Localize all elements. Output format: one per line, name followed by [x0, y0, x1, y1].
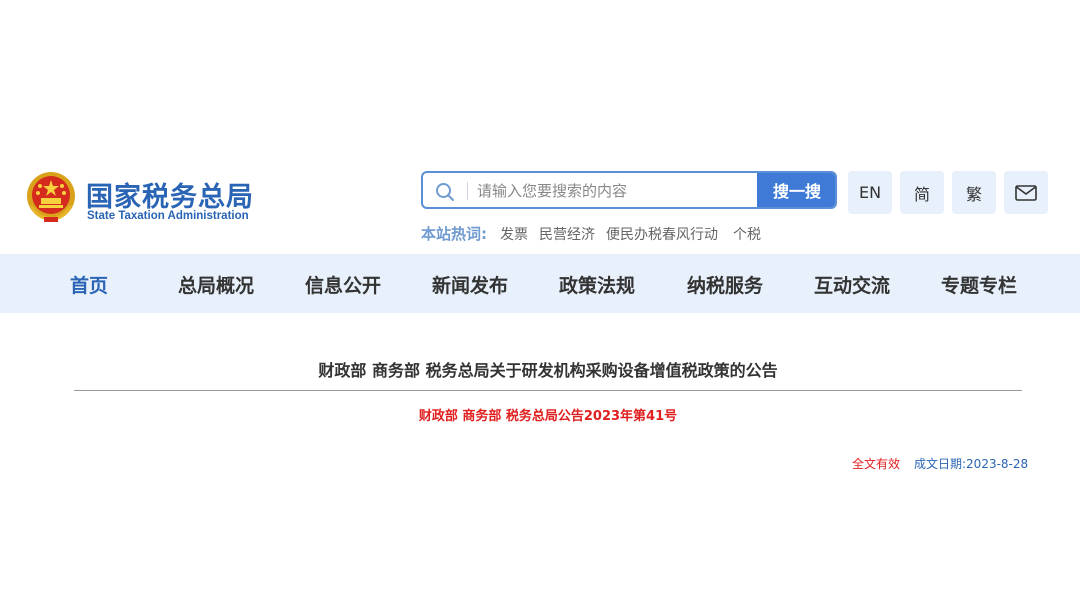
english-button[interactable]: EN — [848, 171, 892, 214]
document-date: 成文日期:2023-8-28 — [914, 457, 1029, 471]
search-divider — [467, 182, 468, 200]
traditional-chinese-button[interactable]: 繁 — [952, 171, 996, 214]
nav-item-info-disclosure[interactable]: 信息公开 — [305, 271, 381, 298]
nav-item-tax-service[interactable]: 纳税服务 — [687, 271, 763, 298]
simplified-chinese-button[interactable]: 简 — [900, 171, 944, 214]
nav-item-interaction[interactable]: 互动交流 — [814, 271, 890, 298]
title-divider — [74, 390, 1022, 391]
main-nav: 首页 总局概况 信息公开 新闻发布 政策法规 纳税服务 互动交流 专题专栏 — [0, 254, 1080, 313]
mail-icon — [1015, 184, 1037, 201]
nav-item-news[interactable]: 新闻发布 — [432, 271, 508, 298]
mail-button[interactable] — [1004, 171, 1048, 214]
site-logo-title[interactable]: 国家税务总局 — [86, 175, 254, 214]
nav-item-topics[interactable]: 专题专栏 — [941, 271, 1017, 298]
document-title: 财政部 商务部 税务总局关于研发机构采购设备增值税政策的公告 — [318, 361, 778, 380]
validity-status: 全文有效 — [852, 457, 901, 471]
site-logo-subtitle[interactable]: State Taxation Administration — [87, 210, 249, 222]
hot-word-link[interactable]: 便民办税春风行动 — [606, 224, 718, 244]
search-button[interactable]: 搜一搜 — [757, 173, 835, 207]
nav-item-policy[interactable]: 政策法规 — [559, 271, 635, 298]
site-header: 国家税务总局 State Taxation Administration 搜一搜… — [0, 0, 1080, 254]
hot-word-link[interactable]: 民营经济 — [539, 224, 595, 244]
national-emblem-icon[interactable] — [26, 171, 76, 223]
hot-words-label: 本站热词: — [421, 225, 487, 243]
document-number: 财政部 商务部 税务总局公告2023年第41号 — [418, 409, 678, 424]
hot-word-link[interactable]: 个税 — [733, 224, 761, 244]
search-box: 搜一搜 — [421, 171, 837, 209]
search-input[interactable] — [475, 176, 759, 206]
nav-item-overview[interactable]: 总局概况 — [178, 271, 254, 298]
nav-item-home[interactable]: 首页 — [70, 271, 108, 298]
search-icon — [436, 183, 454, 201]
hot-word-link[interactable]: 发票 — [500, 224, 528, 244]
